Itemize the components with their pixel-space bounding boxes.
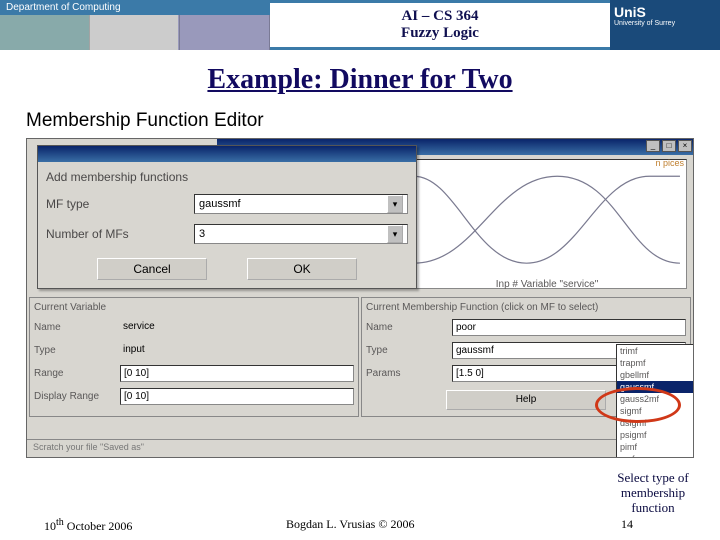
callout-line: function xyxy=(594,501,712,516)
cv-type-value: input xyxy=(120,342,354,359)
list-item[interactable]: pimf xyxy=(617,441,693,453)
num-mfs-row: Number of MFs 3 ▾ xyxy=(46,224,408,244)
mf-type-dropdown[interactable]: gaussmf ▾ xyxy=(194,194,408,214)
university-logo: UniS University of Surrey xyxy=(610,0,720,50)
department-label: Department of Computing xyxy=(0,0,270,15)
dialog-heading: Add membership functions xyxy=(46,170,408,184)
header-title-block: AI – CS 364 Fuzzy Logic xyxy=(270,0,610,50)
cv-title: Current Variable xyxy=(34,302,354,313)
mf-editor-window: _ □ × plot points: 10 excellent Add memb… xyxy=(26,138,694,458)
footer-date: 10th October 2006 xyxy=(44,517,132,534)
chevron-down-icon[interactable]: ▾ xyxy=(387,225,403,243)
num-mfs-label: Number of MFs xyxy=(46,227,186,241)
section-heading: Membership Function Editor xyxy=(26,110,720,132)
cmf-title: Current Membership Function (click on MF… xyxy=(366,302,686,313)
mf-plot[interactable]: n pices Inp # Variable "service" xyxy=(407,159,687,289)
cv-name-label: Name xyxy=(34,322,114,333)
plot-axis-label: Inp # Variable "service" xyxy=(408,279,686,290)
list-item[interactable]: psigmf xyxy=(617,429,693,441)
cv-name-value: service xyxy=(120,319,354,336)
uni-name: University of Surrey xyxy=(614,20,675,27)
slide-title: Example: Dinner for Two xyxy=(0,64,720,96)
chevron-down-icon[interactable]: ▾ xyxy=(387,195,403,213)
cv-drange-label: Display Range xyxy=(34,391,114,402)
course-topic: Fuzzy Logic xyxy=(401,25,479,42)
num-mfs-input[interactable]: 3 ▾ xyxy=(194,224,408,244)
cv-range-input[interactable]: [0 10] xyxy=(120,365,354,382)
close-button[interactable]: × xyxy=(678,140,692,152)
uni-logo-text: UniS xyxy=(614,4,646,20)
mf-type-value: gaussmf xyxy=(199,198,241,210)
current-variable-panel: Current Variable Name service Type input R… xyxy=(29,297,359,417)
cancel-button[interactable]: Cancel xyxy=(97,258,207,280)
cv-drange-input[interactable]: [0 10] xyxy=(120,388,354,405)
course-code: AI – CS 364 xyxy=(401,8,478,25)
footer-author: Bogdan L. Vrusias © 2006 xyxy=(286,517,415,534)
list-item[interactable]: gbellmf xyxy=(617,369,693,381)
ok-button[interactable]: OK xyxy=(247,258,357,280)
cmf-name-label: Name xyxy=(366,322,446,333)
help-button[interactable]: Help xyxy=(446,390,606,410)
list-item[interactable]: smf xyxy=(617,453,693,458)
callout-line: membership xyxy=(594,486,712,501)
dialog-titlebar xyxy=(38,146,416,162)
header-left: Department of Computing xyxy=(0,0,270,50)
minimize-button[interactable]: _ xyxy=(646,140,660,152)
cmf-type-label: Type xyxy=(366,345,446,356)
slide-header: Department of Computing AI – CS 364 Fuzz… xyxy=(0,0,720,50)
slide-footer: 10th October 2006 Bogdan L. Vrusias © 20… xyxy=(0,517,720,534)
cmf-params-label: Params xyxy=(366,368,446,379)
mf-type-label: MF type xyxy=(46,197,186,211)
list-item[interactable]: trapmf xyxy=(617,357,693,369)
cmf-name-input[interactable]: poor xyxy=(452,319,686,336)
add-mf-dialog: Add membership functions MF type gaussmf… xyxy=(37,145,417,289)
mf-type-row: MF type gaussmf ▾ xyxy=(46,194,408,214)
maximize-button[interactable]: □ xyxy=(662,140,676,152)
num-mfs-value: 3 xyxy=(199,228,205,240)
list-item[interactable]: trimf xyxy=(617,345,693,357)
footer-page-number: 14 xyxy=(568,517,686,534)
cv-type-label: Type xyxy=(34,345,114,356)
annotation-circle xyxy=(595,387,681,423)
callout-line: Select type of xyxy=(594,471,712,486)
cv-range-label: Range xyxy=(34,368,114,379)
header-photos xyxy=(0,15,270,50)
annotation-callout: Select type of membership function xyxy=(594,471,712,516)
status-bar: Scratch your file "Saved as" xyxy=(27,439,693,457)
